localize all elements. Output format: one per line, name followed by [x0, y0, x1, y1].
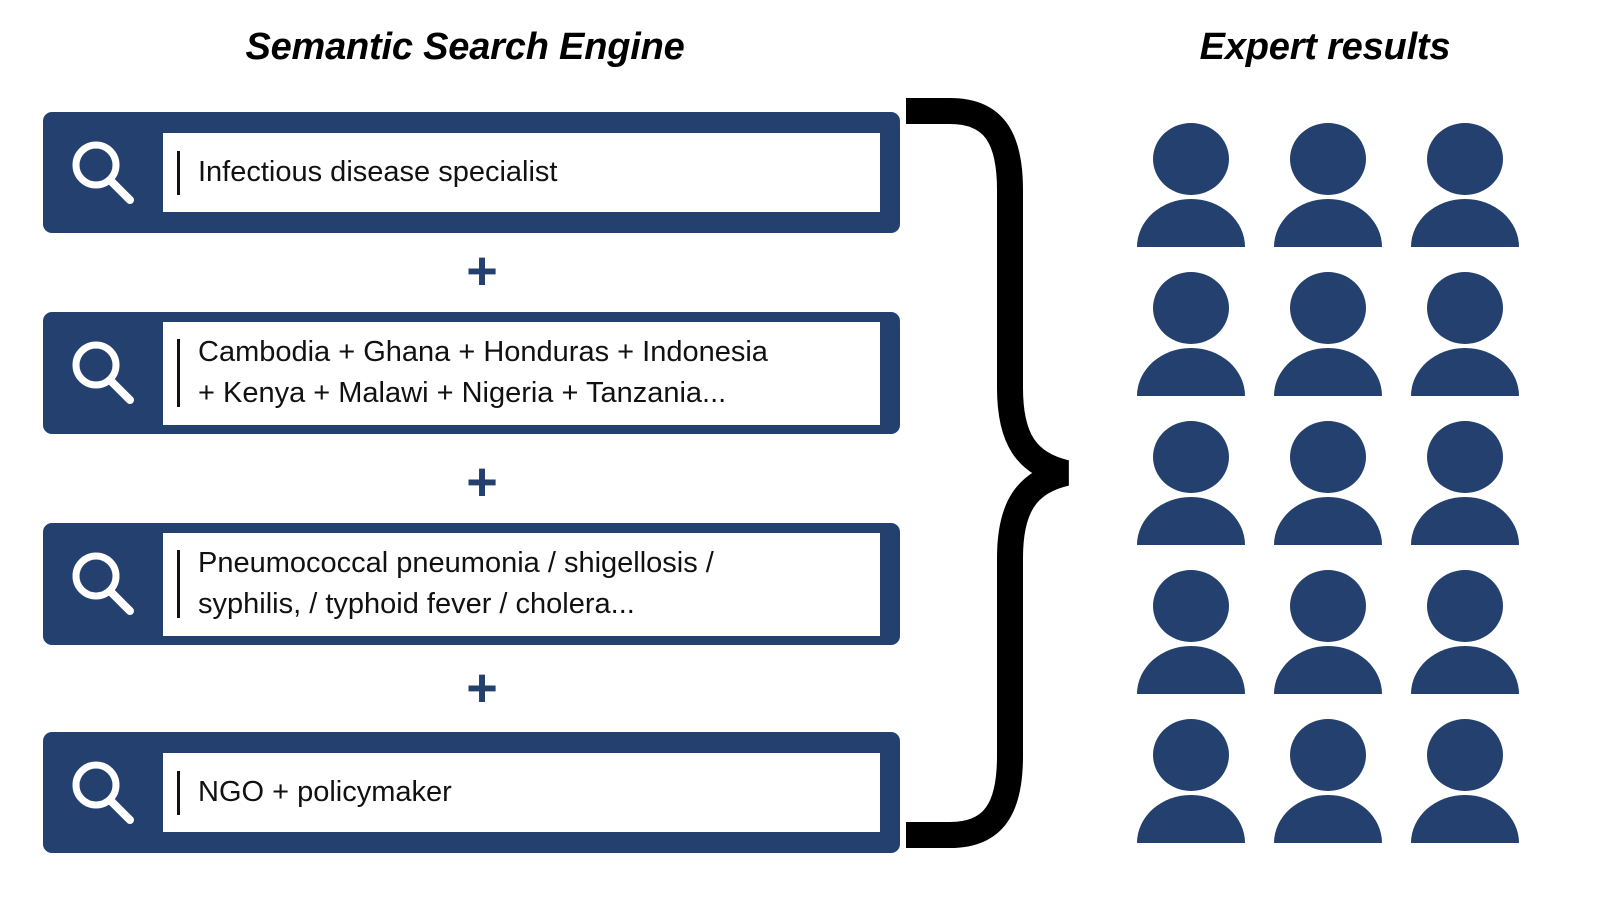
search-bar-3[interactable]: Pneumococcal pneumonia / shigellosis / s…	[43, 523, 900, 645]
operator-plus-2: +	[466, 452, 498, 512]
search-query-text-3: Pneumococcal pneumonia / shigellosis / s…	[198, 546, 714, 620]
person-icon[interactable]	[1128, 406, 1255, 555]
person-icon[interactable]	[1128, 555, 1255, 704]
person-icon[interactable]	[1401, 406, 1528, 555]
text-caret	[177, 150, 180, 195]
search-input-2[interactable]: Cambodia + Ghana + Honduras + Indonesia …	[163, 321, 880, 425]
person-icon[interactable]	[1401, 704, 1528, 853]
text-caret	[177, 339, 180, 407]
person-icon[interactable]	[1265, 704, 1392, 853]
search-query-text-1: Infectious disease specialist	[198, 155, 558, 188]
page-title-semantic-search-engine: Semantic Search Engine	[245, 26, 685, 68]
expert-results-grid	[1128, 108, 1528, 853]
search-bar-4[interactable]: NGO + policymaker	[43, 732, 900, 853]
person-icon[interactable]	[1128, 257, 1255, 406]
person-icon[interactable]	[1265, 108, 1392, 257]
search-icon[interactable]	[43, 547, 163, 621]
operator-plus-1: +	[466, 241, 498, 301]
search-query-text-4: NGO + policymaker	[198, 775, 452, 808]
person-icon[interactable]	[1265, 406, 1392, 555]
curly-brace-icon	[898, 98, 1088, 848]
search-icon[interactable]	[43, 136, 163, 210]
search-bar-1[interactable]: Infectious disease specialist	[43, 112, 900, 233]
search-input-3[interactable]: Pneumococcal pneumonia / shigellosis / s…	[163, 532, 880, 636]
search-query-text-2: Cambodia + Ghana + Honduras + Indonesia …	[198, 335, 768, 409]
person-icon[interactable]	[1401, 108, 1528, 257]
person-icon[interactable]	[1128, 108, 1255, 257]
search-icon[interactable]	[43, 756, 163, 830]
person-icon[interactable]	[1265, 257, 1392, 406]
person-icon[interactable]	[1128, 704, 1255, 853]
text-caret	[177, 550, 180, 618]
person-icon[interactable]	[1265, 555, 1392, 704]
page-title-expert-results: Expert results	[1199, 26, 1451, 68]
search-bar-2[interactable]: Cambodia + Ghana + Honduras + Indonesia …	[43, 312, 900, 434]
text-caret	[177, 770, 180, 815]
person-icon[interactable]	[1401, 555, 1528, 704]
search-input-1[interactable]: Infectious disease specialist	[163, 133, 880, 212]
operator-plus-3: +	[466, 658, 498, 718]
person-icon[interactable]	[1401, 257, 1528, 406]
search-input-4[interactable]: NGO + policymaker	[163, 753, 880, 832]
search-icon[interactable]	[43, 336, 163, 410]
